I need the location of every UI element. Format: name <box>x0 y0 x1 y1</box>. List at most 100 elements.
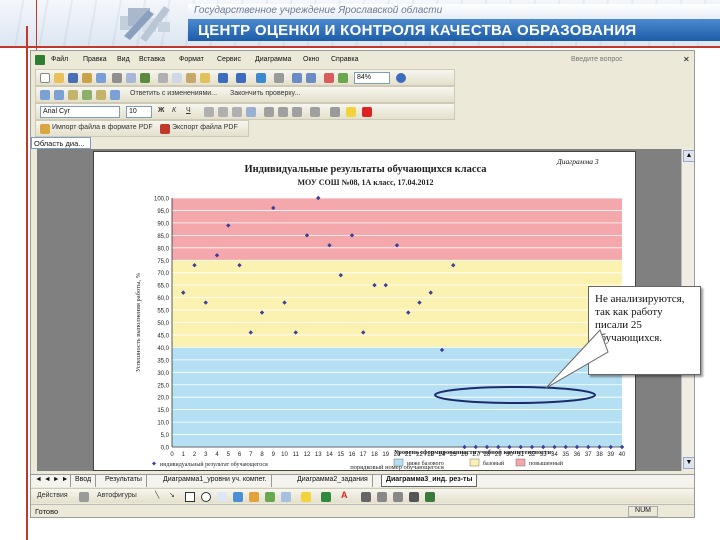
workspace-left-strip <box>31 149 37 471</box>
end-review-button[interactable]: Закончить проверку... <box>230 90 300 97</box>
copy-icon[interactable] <box>172 73 182 83</box>
window-close-icon[interactable]: ✕ <box>683 55 690 64</box>
menu-item-insert[interactable]: Вставка <box>139 56 165 63</box>
status-bar: Готово NUM <box>31 504 694 517</box>
help-icon[interactable] <box>396 73 406 83</box>
textbox-icon[interactable] <box>217 492 227 502</box>
align-center-icon[interactable] <box>218 107 228 117</box>
actions-menu[interactable]: Действия <box>37 492 68 499</box>
import-pdf-button[interactable]: Импорт файла в формате PDF <box>52 124 153 131</box>
bold-icon[interactable]: Ж <box>158 107 164 114</box>
menu-item-edit[interactable]: Правка <box>83 56 107 63</box>
format-painter-icon[interactable] <box>200 73 210 83</box>
arrow-icon[interactable]: ↘ <box>169 491 175 499</box>
align-right-icon[interactable] <box>232 107 242 117</box>
spelling-icon[interactable] <box>140 73 150 83</box>
menu-item-help[interactable]: Справка <box>331 56 358 63</box>
line-icon[interactable]: ╲ <box>155 491 159 499</box>
review-icon-5[interactable] <box>96 90 106 100</box>
autoshapes-menu[interactable]: Автофигуры <box>97 492 137 499</box>
tab-diagram2[interactable]: Диаграмма2_задания <box>293 475 373 487</box>
wordart-icon[interactable] <box>233 492 243 502</box>
dash-style-icon[interactable] <box>377 492 387 502</box>
picture-icon[interactable] <box>281 492 291 502</box>
menu-item-view[interactable]: Вид <box>117 56 130 63</box>
y-tick-label: 100,0 <box>154 197 170 203</box>
permission-icon[interactable] <box>82 73 92 83</box>
indent-icon[interactable] <box>310 107 320 117</box>
clipart-icon[interactable] <box>265 492 275 502</box>
reply-with-changes-button[interactable]: Ответить с изменениями... <box>130 90 217 97</box>
print-icon[interactable] <box>112 73 122 83</box>
italic-icon[interactable]: К <box>172 107 176 114</box>
fill-color-draw-icon[interactable] <box>301 492 311 502</box>
pdf-export-icon[interactable] <box>160 124 170 134</box>
merge-icon[interactable] <box>246 107 256 117</box>
currency-icon[interactable] <box>264 107 274 117</box>
arrow-style-icon[interactable] <box>393 492 403 502</box>
tab-nav-arrows[interactable]: ◄ ◄ ► ► <box>31 475 71 487</box>
font-color-draw-icon[interactable]: A <box>341 490 348 500</box>
menu-item-window[interactable]: Окно <box>303 56 319 63</box>
review-icon-3[interactable] <box>68 90 78 100</box>
line-color-icon[interactable] <box>321 492 331 502</box>
borders-icon[interactable] <box>330 107 340 117</box>
scroll-down-icon[interactable]: ▼ <box>683 457 694 469</box>
drawing-icon[interactable] <box>338 73 348 83</box>
underline-icon[interactable]: Ч <box>186 107 191 114</box>
sort-asc-icon[interactable] <box>292 73 302 83</box>
hyperlink-icon[interactable] <box>256 73 266 83</box>
new-file-icon[interactable] <box>40 73 50 83</box>
percent-icon[interactable] <box>278 107 288 117</box>
sort-desc-icon[interactable] <box>306 73 316 83</box>
excel-app-icon[interactable] <box>35 55 45 65</box>
review-icon-2[interactable] <box>54 90 64 100</box>
y-tick-label: 10,0 <box>157 421 169 427</box>
zoom-select[interactable]: 84% <box>354 72 390 84</box>
print-preview-icon[interactable] <box>126 73 136 83</box>
menu-item-tools[interactable]: Сервис <box>217 56 241 63</box>
menu-item-format[interactable]: Формат <box>179 56 204 63</box>
x-tick-label: 17 <box>360 452 367 458</box>
open-folder-icon[interactable] <box>54 73 64 83</box>
align-left-icon[interactable] <box>204 107 214 117</box>
tab-diagram3[interactable]: Диаграмма3_инд. рез-ты <box>381 475 478 487</box>
scroll-up-icon[interactable]: ▲ <box>683 150 694 162</box>
export-pdf-button[interactable]: Экспорт файла PDF <box>172 124 238 131</box>
x-tick-label: 37 <box>585 452 592 458</box>
review-icon-6[interactable] <box>110 90 120 100</box>
paste-icon[interactable] <box>186 73 196 83</box>
font-size-select[interactable]: 10 <box>126 106 152 118</box>
decimal-icon[interactable] <box>292 107 302 117</box>
undo-icon[interactable] <box>218 73 228 83</box>
chart-wizard-icon[interactable] <box>324 73 334 83</box>
select-objects-icon[interactable] <box>79 492 89 502</box>
ask-question-input[interactable]: Введите вопрос <box>571 56 661 67</box>
tab-diagram1[interactable]: Диаграмма1_уровни уч. компет. <box>159 475 272 487</box>
name-box[interactable]: Область диа... <box>31 137 91 149</box>
pdf-import-icon[interactable] <box>40 124 50 134</box>
fill-color-icon[interactable] <box>346 107 356 117</box>
shadow-icon[interactable] <box>409 492 419 502</box>
cut-icon[interactable] <box>158 73 168 83</box>
tab-results[interactable]: Результаты <box>101 475 147 487</box>
redo-icon[interactable] <box>236 73 246 83</box>
line-style-icon[interactable] <box>361 492 371 502</box>
diagram-icon[interactable] <box>249 492 259 502</box>
font-color-icon[interactable] <box>362 107 372 117</box>
email-icon[interactable] <box>96 73 106 83</box>
chart-sheet[interactable]: Диаграмма 3 Индивидуальные результаты об… <box>93 151 636 471</box>
rectangle-icon[interactable] <box>185 492 195 502</box>
y-tick-label: 80,0 <box>157 246 169 252</box>
menu-item-chart[interactable]: Диаграмма <box>255 56 291 63</box>
tab-input[interactable]: Ввод <box>71 475 97 487</box>
review-icon-4[interactable] <box>82 90 92 100</box>
review-icon-1[interactable] <box>40 90 50 100</box>
font-name-select[interactable]: Arial Cyr <box>40 106 120 118</box>
save-icon[interactable] <box>68 73 78 83</box>
oval-icon[interactable] <box>201 492 211 502</box>
3d-icon[interactable] <box>425 492 435 502</box>
autosum-icon[interactable] <box>274 73 284 83</box>
menu-item-file[interactable]: Файл <box>51 56 68 63</box>
y-tick-label: 5,0 <box>161 433 170 439</box>
